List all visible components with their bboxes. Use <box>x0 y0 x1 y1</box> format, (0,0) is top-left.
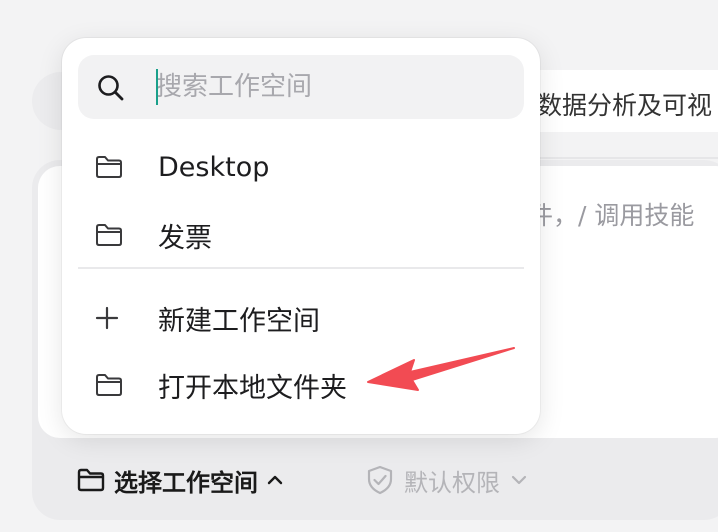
folder-icon <box>94 222 128 248</box>
chevron-up-icon <box>266 474 284 486</box>
composer-toolbar: 选择工作空间 默认权限 <box>0 456 718 504</box>
new-workspace-label: 新建工作空间 <box>158 305 320 337</box>
workspace-search-input[interactable] <box>140 67 510 107</box>
open-local-folder-label: 打开本地文件夹 <box>158 372 347 404</box>
workspace-item-desktop[interactable]: Desktop <box>78 138 524 196</box>
search-icon <box>96 73 126 103</box>
plus-icon <box>94 305 128 331</box>
folder-icon <box>94 372 128 398</box>
composer-hint: 件，/ 调用技能 <box>528 201 695 230</box>
workspace-item-label: Desktop <box>158 151 270 183</box>
folder-icon <box>76 467 106 493</box>
annotation-arrow-icon <box>367 347 515 391</box>
workspace-search-box <box>78 55 524 119</box>
text-caret <box>156 69 158 105</box>
chevron-down-icon <box>510 474 528 486</box>
workspace-item-invoice[interactable]: 发票 <box>78 206 524 264</box>
folder-icon <box>94 154 128 180</box>
background-divider <box>530 157 718 159</box>
workspace-selector-label: 选择工作空间 <box>114 468 258 497</box>
menu-divider <box>78 267 524 269</box>
workspace-selector[interactable]: 选择工作空间 <box>76 456 284 504</box>
workspace-item-label: 发票 <box>158 222 212 254</box>
shield-check-icon <box>366 465 394 495</box>
permission-selector-label: 默认权限 <box>404 468 500 497</box>
new-workspace-button[interactable]: 新建工作空间 <box>78 289 524 347</box>
suggestion-chip-label: 数据分析及可视 <box>537 91 713 120</box>
permission-selector[interactable]: 默认权限 <box>366 456 528 504</box>
